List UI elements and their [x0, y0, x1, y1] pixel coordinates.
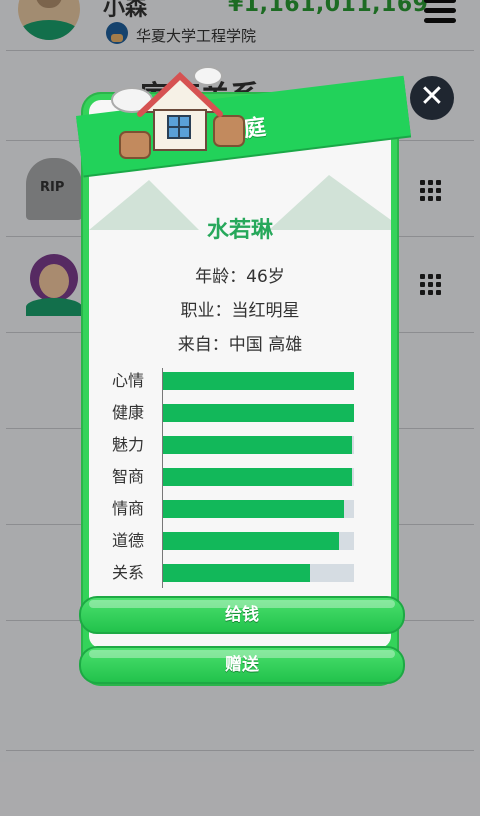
stat-row: 心情 [112, 370, 372, 392]
stats-axis [162, 368, 163, 588]
stat-row: 道德 [112, 530, 372, 552]
stat-bar-fill [162, 564, 310, 582]
stat-bar-track [162, 372, 354, 390]
stat-bar-track [162, 468, 354, 486]
stat-label: 魅力 [112, 435, 145, 454]
member-name: 水若琳 [206, 218, 273, 243]
stat-bar-track [162, 500, 354, 518]
stat-row: 关系 [112, 562, 372, 584]
close-button[interactable]: ✕ [410, 76, 454, 120]
house-icon [111, 66, 245, 159]
give-gift-button[interactable]: 赠送 [79, 646, 405, 684]
stat-label: 道德 [112, 531, 145, 550]
give-money-button[interactable]: 给钱 [79, 596, 405, 634]
stat-label: 关系 [112, 563, 145, 582]
stat-row: 魅力 [112, 434, 372, 456]
stat-bar-fill [162, 500, 345, 518]
stat-bar-track [162, 404, 354, 422]
stat-bar-fill [162, 532, 339, 550]
stat-bar-fill [162, 436, 353, 454]
stat-label: 情商 [112, 499, 145, 518]
stat-label: 心情 [112, 371, 145, 390]
member-job: 职业：当红明星 [180, 301, 300, 321]
stat-label: 健康 [112, 403, 145, 422]
member-age: 年龄：46岁 [195, 267, 285, 287]
stat-bar-fill [162, 372, 354, 390]
stat-bar-track [162, 532, 354, 550]
stat-row: 情商 [112, 498, 372, 520]
stat-bar-track [162, 564, 354, 582]
stat-label: 智商 [112, 467, 145, 486]
stat-bar-fill [162, 404, 354, 422]
stat-row: 智商 [112, 466, 372, 488]
stat-bar-track [162, 436, 354, 454]
stat-row: 健康 [112, 402, 372, 424]
stat-bar-fill [162, 468, 353, 486]
member-origin: 来自：中国 高雄 [177, 335, 303, 355]
